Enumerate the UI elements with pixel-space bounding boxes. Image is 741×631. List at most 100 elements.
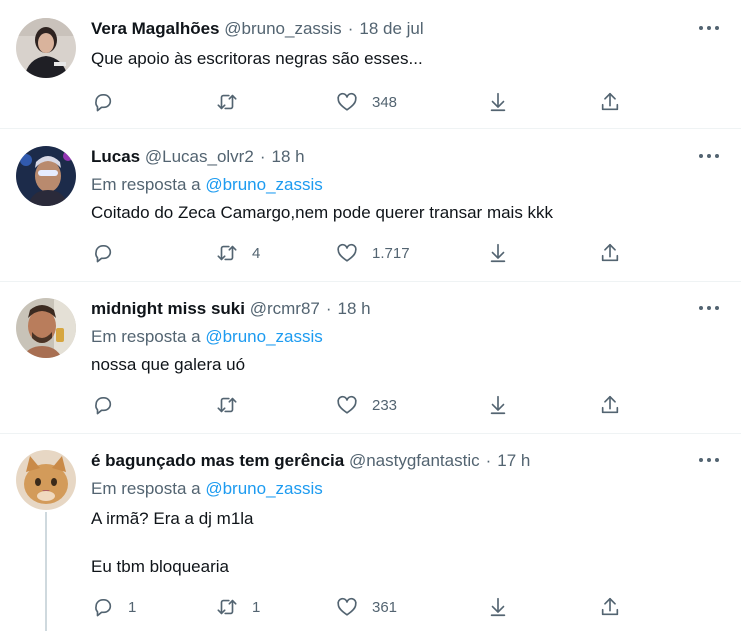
retweet-count: 4	[252, 244, 261, 262]
mention-link[interactable]: @bruno_zassis	[205, 175, 322, 194]
timestamp[interactable]: 17 h	[497, 451, 530, 470]
like-count: 233	[372, 396, 398, 414]
like-icon	[337, 92, 357, 111]
tweet-text: Que apoio às escritoras negras são esses…	[91, 49, 423, 68]
tweet-header: é bagunçado mas tem gerência @nastygfant…	[91, 450, 530, 472]
download-button[interactable]	[487, 595, 509, 619]
avatar[interactable]	[16, 18, 76, 78]
tweet[interactable]: é bagunçado mas tem gerência @nastygfant…	[0, 446, 741, 631]
user-handle[interactable]: @nastygfantastic	[349, 451, 480, 470]
display-name[interactable]: Lucas	[91, 147, 140, 166]
retweet-icon	[217, 94, 237, 110]
display-name[interactable]: midnight miss suki	[91, 299, 245, 318]
more-options-icon[interactable]	[699, 306, 719, 312]
display-name[interactable]: é bagunçado mas tem gerência	[91, 451, 344, 470]
action-bar: 233	[0, 393, 741, 417]
separator-dot: ·	[485, 451, 492, 470]
share-button[interactable]	[599, 90, 621, 114]
like-count: 348	[372, 93, 398, 111]
share-icon	[601, 92, 619, 111]
share-icon	[601, 395, 619, 414]
download-button[interactable]	[487, 90, 509, 114]
download-icon	[490, 395, 506, 415]
tweet-text-line: A irmã? Era a dj m1la	[91, 509, 254, 528]
reply-icon	[95, 94, 112, 112]
like-count: 1.717	[372, 244, 410, 262]
mention-link[interactable]: @bruno_zassis	[205, 327, 322, 346]
separator-dot: ·	[325, 299, 332, 318]
like-button[interactable]: 1.717	[336, 241, 410, 265]
user-handle[interactable]: @rcmr87	[250, 299, 320, 318]
tweet-text: Coitado do Zeca Camargo,nem pode querer …	[91, 203, 554, 222]
tweet-text: nossa que galera uó	[91, 355, 246, 374]
separator-dot: ·	[347, 19, 354, 38]
share-button[interactable]	[599, 241, 621, 265]
display-name[interactable]: Vera Magalhões	[91, 19, 220, 38]
avatar[interactable]	[16, 450, 76, 510]
tweet-header: midnight miss suki @rcmr87 · 18 h	[91, 298, 371, 320]
tweet-text-line: Eu tbm bloquearia	[91, 557, 229, 576]
more-options-icon[interactable]	[699, 458, 719, 464]
download-icon	[490, 597, 506, 617]
share-icon	[601, 243, 619, 262]
reply-prefix: Em resposta a	[91, 479, 201, 498]
more-options-icon[interactable]	[699, 154, 719, 160]
share-icon	[601, 597, 619, 616]
reply-button[interactable]	[92, 90, 128, 114]
action-bar: 4 1.717	[0, 241, 741, 265]
reply-icon	[95, 599, 112, 617]
like-button[interactable]: 233	[336, 393, 397, 417]
user-handle[interactable]: @Lucas_olvr2	[145, 147, 254, 166]
retweet-icon	[217, 599, 237, 615]
share-button[interactable]	[599, 393, 621, 417]
divider	[0, 281, 741, 282]
divider	[0, 433, 741, 434]
download-button[interactable]	[487, 241, 509, 265]
tweet-header: Vera Magalhões @bruno_zassis · 18 de jul	[91, 18, 424, 40]
tweet-header: Lucas @Lucas_olvr2 · 18 h	[91, 146, 305, 168]
avatar[interactable]	[16, 298, 76, 358]
retweet-button[interactable]	[216, 393, 252, 417]
divider	[0, 128, 741, 129]
action-bar: 348	[0, 90, 741, 114]
action-bar: 1 1 361	[0, 595, 741, 619]
retweet-button[interactable]: 1	[216, 595, 260, 619]
tweet[interactable]: Lucas @Lucas_olvr2 · 18 h Em resposta a @b…	[0, 142, 741, 282]
avatar[interactable]	[16, 146, 76, 206]
share-button[interactable]	[599, 595, 621, 619]
download-icon	[490, 92, 506, 112]
like-button[interactable]: 361	[336, 595, 397, 619]
retweet-icon	[217, 245, 237, 261]
tweet[interactable]: Vera Magalhões @bruno_zassis · 18 de jul Q…	[0, 14, 741, 128]
more-options-icon[interactable]	[699, 26, 719, 32]
reply-count: 1	[128, 598, 137, 616]
download-icon	[490, 243, 506, 263]
reply-context: Em resposta a @bruno_zassis	[91, 478, 323, 500]
like-button[interactable]: 348	[336, 90, 397, 114]
like-icon	[337, 243, 357, 262]
like-icon	[337, 597, 357, 616]
reply-context: Em resposta a @bruno_zassis	[91, 326, 323, 348]
like-icon	[337, 395, 357, 414]
reply-prefix: Em resposta a	[91, 327, 201, 346]
download-button[interactable]	[487, 393, 509, 417]
separator-dot: ·	[259, 147, 266, 166]
timestamp[interactable]: 18 de jul	[359, 19, 423, 38]
timestamp[interactable]: 18 h	[338, 299, 371, 318]
retweet-icon	[217, 397, 237, 413]
retweet-button[interactable]: 4	[216, 241, 260, 265]
reply-context: Em resposta a @bruno_zassis	[91, 174, 323, 196]
user-handle[interactable]: @bruno_zassis	[224, 19, 341, 38]
reply-button[interactable]: 1	[92, 595, 136, 619]
tweet[interactable]: midnight miss suki @rcmr87 · 18 h Em respo…	[0, 294, 741, 434]
like-count: 361	[372, 598, 398, 616]
reply-icon	[95, 397, 112, 415]
reply-button[interactable]	[92, 393, 128, 417]
timestamp[interactable]: 18 h	[271, 147, 304, 166]
reply-button[interactable]	[92, 241, 128, 265]
mention-link[interactable]: @bruno_zassis	[205, 479, 322, 498]
reply-icon	[95, 245, 112, 263]
reply-feed: Vera Magalhões @bruno_zassis · 18 de jul Q…	[0, 0, 741, 631]
reply-prefix: Em resposta a	[91, 175, 201, 194]
retweet-button[interactable]	[216, 90, 252, 114]
